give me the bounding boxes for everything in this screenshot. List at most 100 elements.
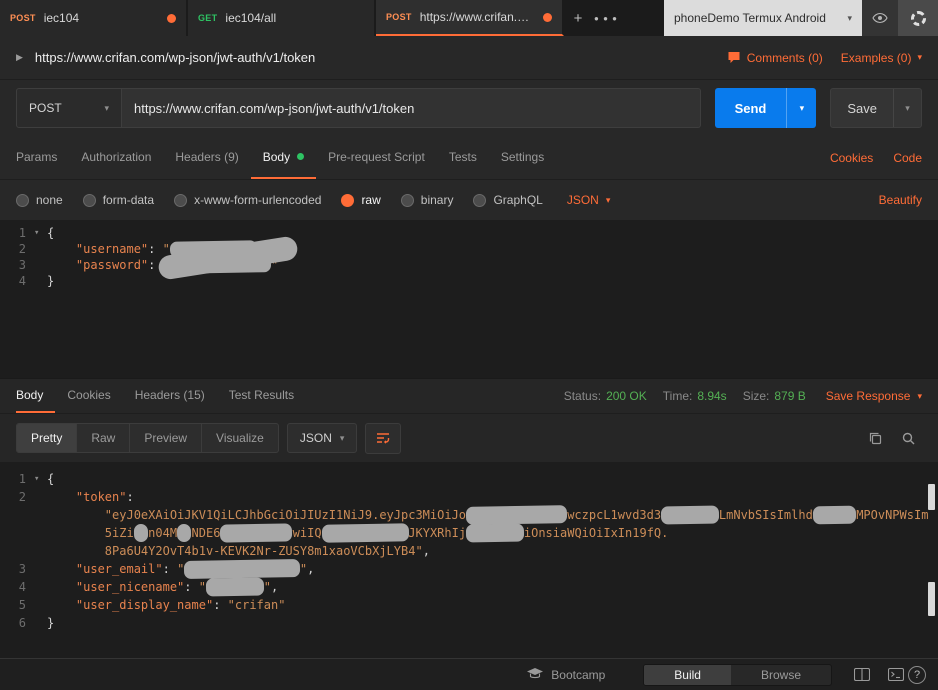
fold-slot [34, 241, 47, 257]
environment-quick-look-button[interactable] [862, 0, 898, 36]
code-line: 1 ▾{ [0, 470, 938, 488]
radio-icon [473, 193, 487, 207]
redaction-scribble [184, 558, 301, 580]
chevron-down-icon: ▾ [847, 12, 852, 23]
copy-response-button[interactable] [868, 431, 883, 446]
split-pane-icon [854, 668, 870, 681]
body-mode-graphql[interactable]: GraphQL [473, 193, 543, 207]
browse-tab[interactable]: Browse [731, 665, 831, 685]
code-line: 8Pa6U4Y2OvT4b1v-KEVK2Nr-ZUSY8m1xaoVCbXjL… [0, 542, 938, 560]
new-tab-button[interactable]: + [564, 0, 592, 36]
raw-format-selector[interactable]: JSON ▾ [567, 193, 611, 207]
raw-format-label: JSON [566, 193, 599, 207]
request-body-editor[interactable]: 1 ▾{2 "username": " ",3 "password": " "4} [0, 220, 938, 378]
comments-button[interactable]: Comments (0) [727, 51, 823, 65]
scrollbar-mark[interactable] [928, 484, 935, 510]
collapse-arrow-icon[interactable]: ▶ [16, 52, 23, 63]
send-options-button[interactable]: ▾ [786, 88, 816, 128]
response-tab-test-results[interactable]: Test Results [217, 379, 306, 413]
line-number: 1 [18, 472, 26, 486]
redaction-scribble [812, 505, 857, 525]
url-input[interactable] [122, 88, 701, 128]
more-tabs-button[interactable]: ● ● ● [592, 0, 620, 36]
redaction-scribble [321, 523, 409, 543]
fold-slot [34, 596, 47, 614]
code-link[interactable]: Code [893, 151, 922, 165]
size-value: 879 B [774, 389, 806, 403]
build-tab[interactable]: Build [644, 664, 731, 685]
wrap-lines-button[interactable] [365, 422, 402, 454]
response-body-editor[interactable]: 1 ▾{2 "token": "eyJ0eXAiOiJKV1QiLCJhbGciO… [0, 462, 938, 658]
request-tab-iec104-all[interactable]: GET iec104/all [188, 0, 376, 36]
tab-body[interactable]: Body [250, 136, 317, 179]
examples-dropdown[interactable]: Examples (0) ▾ [841, 51, 922, 65]
request-tab-iec104[interactable]: POST iec104 [0, 0, 188, 36]
tab-settings[interactable]: Settings [489, 136, 556, 179]
save-button[interactable]: Save ▾ [830, 88, 922, 128]
code-segment: "token" [75, 490, 127, 504]
method-selector[interactable]: POST ▾ [16, 88, 122, 128]
body-mode-binary[interactable]: binary [400, 193, 453, 207]
chevron-down-icon: ▾ [104, 102, 109, 113]
line-number: 4 [18, 274, 26, 288]
postman-app: POST iec104 GET iec104/all POST https://… [0, 0, 938, 690]
settings-button[interactable] [898, 0, 938, 36]
view-raw[interactable]: Raw [77, 424, 131, 452]
method-label: POST [29, 101, 62, 115]
response-header: Body Cookies Headers (15) Test Results S… [0, 378, 938, 414]
console-button[interactable] [888, 668, 904, 681]
view-visualize[interactable]: Visualize [202, 424, 278, 452]
line-number: 2 [18, 242, 26, 256]
response-tab-headers[interactable]: Headers (15) [123, 379, 217, 413]
body-mode-urlencoded[interactable]: x-www-form-urlencoded [174, 193, 321, 207]
fold-caret-icon[interactable]: ▾ [34, 470, 47, 488]
radio-icon [174, 193, 188, 207]
tab-headers[interactable]: Headers (9) [163, 136, 250, 179]
request-tabs: Params Authorization Headers (9) Body Pr… [0, 136, 938, 180]
environment-selector[interactable]: phoneDemo Termux Android ▾ [664, 0, 862, 36]
tab-tests[interactable]: Tests [437, 136, 489, 179]
response-tab-cookies[interactable]: Cookies [55, 379, 122, 413]
two-pane-view-button[interactable] [854, 668, 870, 681]
save-response-dropdown[interactable]: Save Response ▾ [826, 389, 922, 403]
body-mode-raw[interactable]: raw [341, 193, 381, 207]
code-segment: , [422, 544, 430, 558]
code-segment: : [148, 242, 163, 256]
code-segment: { [47, 226, 55, 240]
line-number [0, 506, 34, 524]
beautify-button[interactable]: Beautify [879, 193, 922, 207]
cookies-link[interactable]: Cookies [830, 151, 873, 165]
body-mode-form-data[interactable]: form-data [82, 193, 154, 207]
redaction-scribble [205, 577, 264, 597]
scrollbar-mark[interactable] [928, 582, 935, 616]
send-button[interactable]: Send ▾ [714, 88, 817, 128]
search-response-button[interactable] [901, 431, 916, 446]
environment-name: phoneDemo Termux Android [674, 11, 826, 25]
wrap-lines-icon [377, 433, 390, 444]
fold-caret-icon[interactable]: ▾ [34, 225, 47, 241]
response-format-selector[interactable]: JSON ▾ [286, 423, 358, 453]
code-segment: , [307, 562, 315, 576]
bootcamp-button[interactable]: Bootcamp [527, 668, 605, 682]
mode-label: raw [361, 193, 381, 207]
view-preview[interactable]: Preview [130, 424, 203, 452]
chevron-down-icon: ▾ [605, 194, 611, 205]
body-mode-none[interactable]: none [16, 193, 63, 207]
request-tab-crifan-token[interactable]: POST https://www.crifan.com... [376, 0, 564, 36]
line-number: 3 [18, 562, 26, 576]
tab-params[interactable]: Params [16, 136, 69, 179]
code-segment: "user_display_name" [75, 598, 214, 612]
view-pretty[interactable]: Pretty [17, 424, 78, 452]
status-badge: Status: 200 OK [564, 389, 647, 403]
save-options-button[interactable]: ▾ [893, 89, 921, 127]
tab-authorization[interactable]: Authorization [69, 136, 163, 179]
response-tab-body[interactable]: Body [16, 379, 56, 413]
code-segment: : [126, 490, 134, 504]
line-number [0, 542, 34, 560]
tab-pre-request-script[interactable]: Pre-request Script [316, 136, 437, 179]
code-segment: 8Pa6U4Y2OvT4b1v-KEVK2Nr-ZUSY8m1xaoVCbXjL… [104, 544, 423, 558]
help-button[interactable]: ? [908, 665, 926, 684]
workspace-tab-bar: POST iec104 GET iec104/all POST https://… [0, 0, 938, 36]
chevron-down-icon: ▾ [905, 102, 910, 113]
